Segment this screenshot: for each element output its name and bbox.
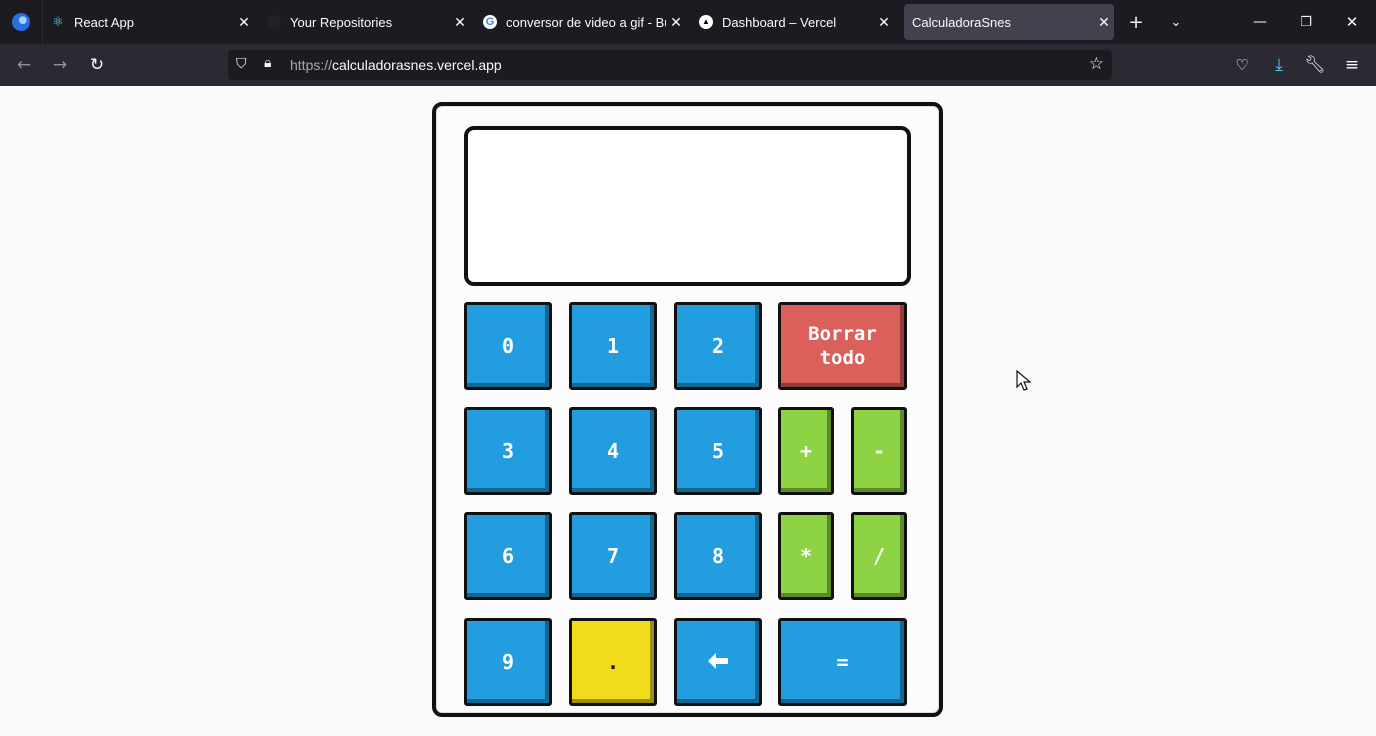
tab-title: Your Repositories [290,14,393,30]
key-0-button[interactable]: 0 [464,302,552,390]
downloads-icon[interactable]: ⤓ [1261,44,1297,86]
mouse-pointer-icon [1016,370,1032,391]
key-9-button[interactable]: 9 [464,618,552,706]
forward-arrow-icon[interactable]: → [42,44,78,86]
url-bar[interactable]: ⛉ 🔒︎ https://calculadorasnes.vercel.app … [228,50,1112,80]
firefox-menu-icon[interactable] [0,0,43,44]
clear-all-button[interactable]: Borrar todo [778,302,907,390]
close-tab-icon[interactable]: ✕ [234,14,254,31]
key-8-button[interactable]: 8 [674,512,762,600]
back-arrow-icon[interactable]: ← [6,44,42,86]
close-tab-icon[interactable]: ✕ [450,14,470,31]
reload-icon[interactable]: ↻ [79,44,115,86]
react-icon: ⚛ [52,14,64,29]
clear-all-label-line1: Borrar [808,323,877,345]
url-text[interactable]: https://calculadorasnes.vercel.app [290,57,502,73]
tab-title: React App [74,14,134,30]
decimal-point-button[interactable]: . [569,618,657,706]
backspace-button[interactable] [674,618,762,706]
key-6-button[interactable]: 6 [464,512,552,600]
hamburger-menu-icon[interactable]: ≡ [1334,44,1370,86]
key-5-button[interactable]: 5 [674,407,762,495]
key-7-button[interactable]: 7 [569,512,657,600]
minimize-window-icon[interactable]: — [1244,0,1276,44]
multiply-button[interactable]: * [778,512,834,600]
minus-button[interactable]: - [851,407,907,495]
close-tab-icon[interactable]: ✕ [1094,14,1114,31]
close-window-icon[interactable]: ✕ [1336,0,1368,44]
github-icon [266,14,282,30]
list-all-tabs-chevron-down-icon[interactable]: ⌄ [1160,0,1192,44]
tab-title: CalculadoraSnes [912,14,1012,30]
tracking-protection-shield-icon[interactable]: ⛉ [236,56,247,72]
divide-button[interactable]: / [851,512,907,600]
equals-button[interactable]: = [778,618,907,706]
key-3-button[interactable]: 3 [464,407,552,495]
tab-title: Dashboard – Vercel [722,14,837,30]
tab-calculadorasnes[interactable]: CalculadoraSnes ✕ [904,4,1114,40]
backspace-arrow-icon [708,650,728,674]
close-tab-icon[interactable]: ✕ [874,14,894,31]
google-icon: G [482,14,498,30]
tab-react-app[interactable]: ⚛ React App ✕ [50,0,254,44]
pocket-icon[interactable]: ♡ [1224,44,1260,86]
key-4-button[interactable]: 4 [569,407,657,495]
plus-button[interactable]: + [778,407,834,495]
lock-icon[interactable]: 🔒︎ [264,55,271,71]
key-2-button[interactable]: 2 [674,302,762,390]
bookmark-star-icon[interactable]: ☆ [1089,54,1104,74]
tab-vercel-dashboard[interactable]: ▲ Dashboard – Vercel ✕ [698,0,894,44]
calculator-display [464,126,911,286]
tab-google-search[interactable]: G conversor de video a gif - Bus ✕ [482,0,686,44]
tab-bar: ⚛ React App ✕ Your Repositories ✕ G conv… [0,0,1376,44]
key-1-button[interactable]: 1 [569,302,657,390]
tab-your-repositories[interactable]: Your Repositories ✕ [266,0,470,44]
wrench-icon[interactable]: 🔧︎ [1297,44,1333,86]
new-tab-button[interactable]: + [1120,0,1152,44]
tab-title: conversor de video a gif - Bus [506,14,666,30]
close-tab-icon[interactable]: ✕ [666,14,686,31]
vercel-icon: ▲ [698,14,714,30]
clear-all-label-line2: todo [819,347,866,369]
restore-window-icon[interactable]: ❐ [1290,0,1322,44]
